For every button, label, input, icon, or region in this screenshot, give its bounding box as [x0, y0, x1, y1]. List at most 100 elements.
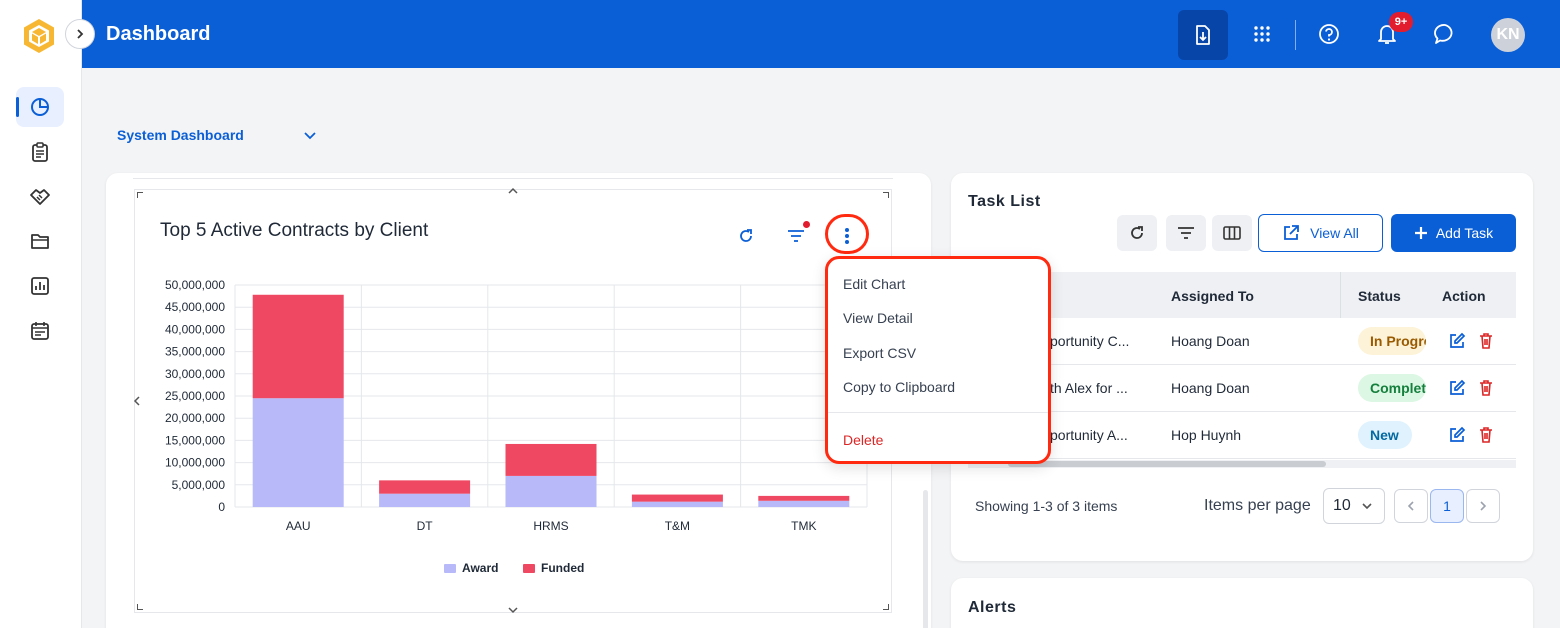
- assigned-cell: Hoang Doan: [1171, 333, 1250, 349]
- chevron-right-icon: [77, 29, 84, 39]
- chat-button[interactable]: [1425, 14, 1465, 54]
- task-name-cell[interactable]: portunity C...: [1050, 333, 1129, 349]
- x-tick-label: TMK: [791, 519, 816, 533]
- menu-item-copy-clipboard[interactable]: Copy to Clipboard: [843, 379, 955, 395]
- y-tick-label: 0: [218, 500, 225, 514]
- scrollbar-thumb[interactable]: [1008, 461, 1326, 467]
- calendar-icon: [31, 322, 49, 340]
- legend-label: Award: [462, 561, 498, 575]
- external-link-icon: [1284, 225, 1300, 240]
- x-tick-label: DT: [417, 519, 434, 533]
- sidebar: [0, 0, 82, 628]
- help-button[interactable]: [1309, 14, 1349, 54]
- column-divider: [1340, 272, 1341, 318]
- alerts-card: [951, 578, 1533, 628]
- chart-title: Top 5 Active Contracts by Client: [160, 220, 429, 241]
- bar-segment-award: [379, 493, 471, 507]
- help-icon: [1319, 24, 1339, 44]
- notification-badge: 9+: [1389, 12, 1413, 32]
- menu-item-export-csv[interactable]: Export CSV: [843, 345, 916, 361]
- refresh-chart-button[interactable]: [732, 222, 760, 250]
- sidebar-item-deals[interactable]: [16, 177, 64, 217]
- prev-page-button[interactable]: [1394, 489, 1428, 523]
- resize-corner-br[interactable]: [883, 604, 889, 610]
- sidebar-item-calendar[interactable]: [16, 311, 64, 351]
- refresh-icon: [740, 229, 752, 242]
- next-page-button[interactable]: [1466, 489, 1500, 523]
- menu-item-edit-chart[interactable]: Edit Chart: [843, 276, 905, 292]
- task-list-title: Task List: [968, 193, 1041, 210]
- items-per-page-value: 10: [1333, 497, 1351, 514]
- x-tick-label: AAU: [286, 519, 311, 533]
- filter-icon: [1178, 227, 1194, 239]
- y-tick-label: 10,000,000: [165, 456, 225, 470]
- chat-icon: [1434, 24, 1453, 44]
- download-button[interactable]: [1178, 10, 1228, 60]
- y-tick-label: 30,000,000: [165, 367, 225, 381]
- y-tick-label: 25,000,000: [165, 389, 225, 403]
- filter-active-dot: [803, 221, 810, 228]
- legend-label: Funded: [541, 561, 584, 575]
- column-header-action: Action: [1442, 288, 1486, 304]
- edit-icon[interactable]: [1448, 426, 1466, 444]
- refresh-tasks-button[interactable]: [1117, 215, 1157, 251]
- page-button-current[interactable]: 1: [1430, 489, 1464, 523]
- dashboard-select[interactable]: System Dashboard: [117, 127, 316, 143]
- handshake-icon: [30, 189, 50, 205]
- resize-corner-bl[interactable]: [137, 604, 143, 610]
- resize-corner-tr[interactable]: [883, 192, 889, 198]
- column-header-status[interactable]: Status: [1358, 288, 1401, 304]
- chart-card-scrollbar[interactable]: [923, 490, 928, 628]
- sidebar-item-dashboard[interactable]: [16, 87, 64, 127]
- bar-segment-funded: [758, 495, 850, 501]
- chevron-left-icon: [1407, 501, 1414, 511]
- filter-tasks-button[interactable]: [1166, 215, 1206, 251]
- filter-icon: [788, 230, 804, 242]
- sidebar-item-files[interactable]: [16, 221, 64, 261]
- delete-icon[interactable]: [1477, 379, 1495, 397]
- edit-icon[interactable]: [1448, 332, 1466, 350]
- apps-button[interactable]: [1242, 14, 1282, 54]
- bar-segment-funded: [379, 480, 471, 494]
- bar-report-icon: [31, 277, 49, 295]
- folder-icon: [31, 234, 49, 249]
- view-all-button[interactable]: View All: [1258, 214, 1383, 252]
- table-horizontal-scrollbar[interactable]: [968, 460, 1516, 468]
- add-task-label: Add Task: [1435, 225, 1494, 241]
- status-badge: Complete: [1358, 374, 1426, 402]
- pagination-summary: Showing 1-3 of 3 items: [975, 498, 1118, 514]
- resize-handle-top-icon[interactable]: [508, 187, 518, 195]
- x-tick-label: HRMS: [533, 519, 568, 533]
- alerts-title: Alerts: [968, 599, 1017, 616]
- task-name-cell[interactable]: portunity A...: [1050, 427, 1128, 443]
- sidebar-collapse-button[interactable]: [65, 19, 95, 49]
- menu-item-delete[interactable]: Delete: [843, 432, 883, 448]
- delete-icon[interactable]: [1477, 426, 1495, 444]
- status-badge: In Progress: [1358, 327, 1426, 355]
- resize-handle-bottom-icon[interactable]: [508, 606, 518, 614]
- columns-button[interactable]: [1212, 215, 1252, 251]
- delete-icon[interactable]: [1477, 332, 1495, 350]
- bar-segment-funded: [505, 443, 597, 476]
- edit-icon[interactable]: [1448, 379, 1466, 397]
- sidebar-item-reports[interactable]: [16, 266, 64, 306]
- apps-grid-icon: [1254, 26, 1270, 42]
- menu-item-view-detail[interactable]: View Detail: [843, 310, 913, 326]
- avatar[interactable]: KN: [1491, 18, 1525, 52]
- y-tick-label: 45,000,000: [165, 300, 225, 314]
- row-divider: [968, 458, 1516, 459]
- items-per-page-select[interactable]: 10: [1323, 488, 1385, 524]
- view-all-label: View All: [1310, 225, 1359, 241]
- bar-chart: 0 5,000,000 10,000,000 15,000,000 20,000,000…: [165, 278, 868, 575]
- more-button-highlight: [825, 214, 869, 254]
- column-header-assigned[interactable]: Assigned To: [1171, 288, 1254, 304]
- legend-swatch: [444, 564, 456, 573]
- sidebar-item-tasks[interactable]: [16, 132, 64, 172]
- y-tick-label: 15,000,000: [165, 433, 225, 447]
- resize-corner-tl[interactable]: [137, 192, 143, 198]
- chevron-down-icon: [1362, 503, 1372, 510]
- task-name-cell[interactable]: th Alex for ...: [1050, 380, 1128, 396]
- dashboard-select-value: System Dashboard: [117, 127, 244, 143]
- page-title: Dashboard: [106, 23, 211, 45]
- add-task-button[interactable]: Add Task: [1391, 214, 1516, 252]
